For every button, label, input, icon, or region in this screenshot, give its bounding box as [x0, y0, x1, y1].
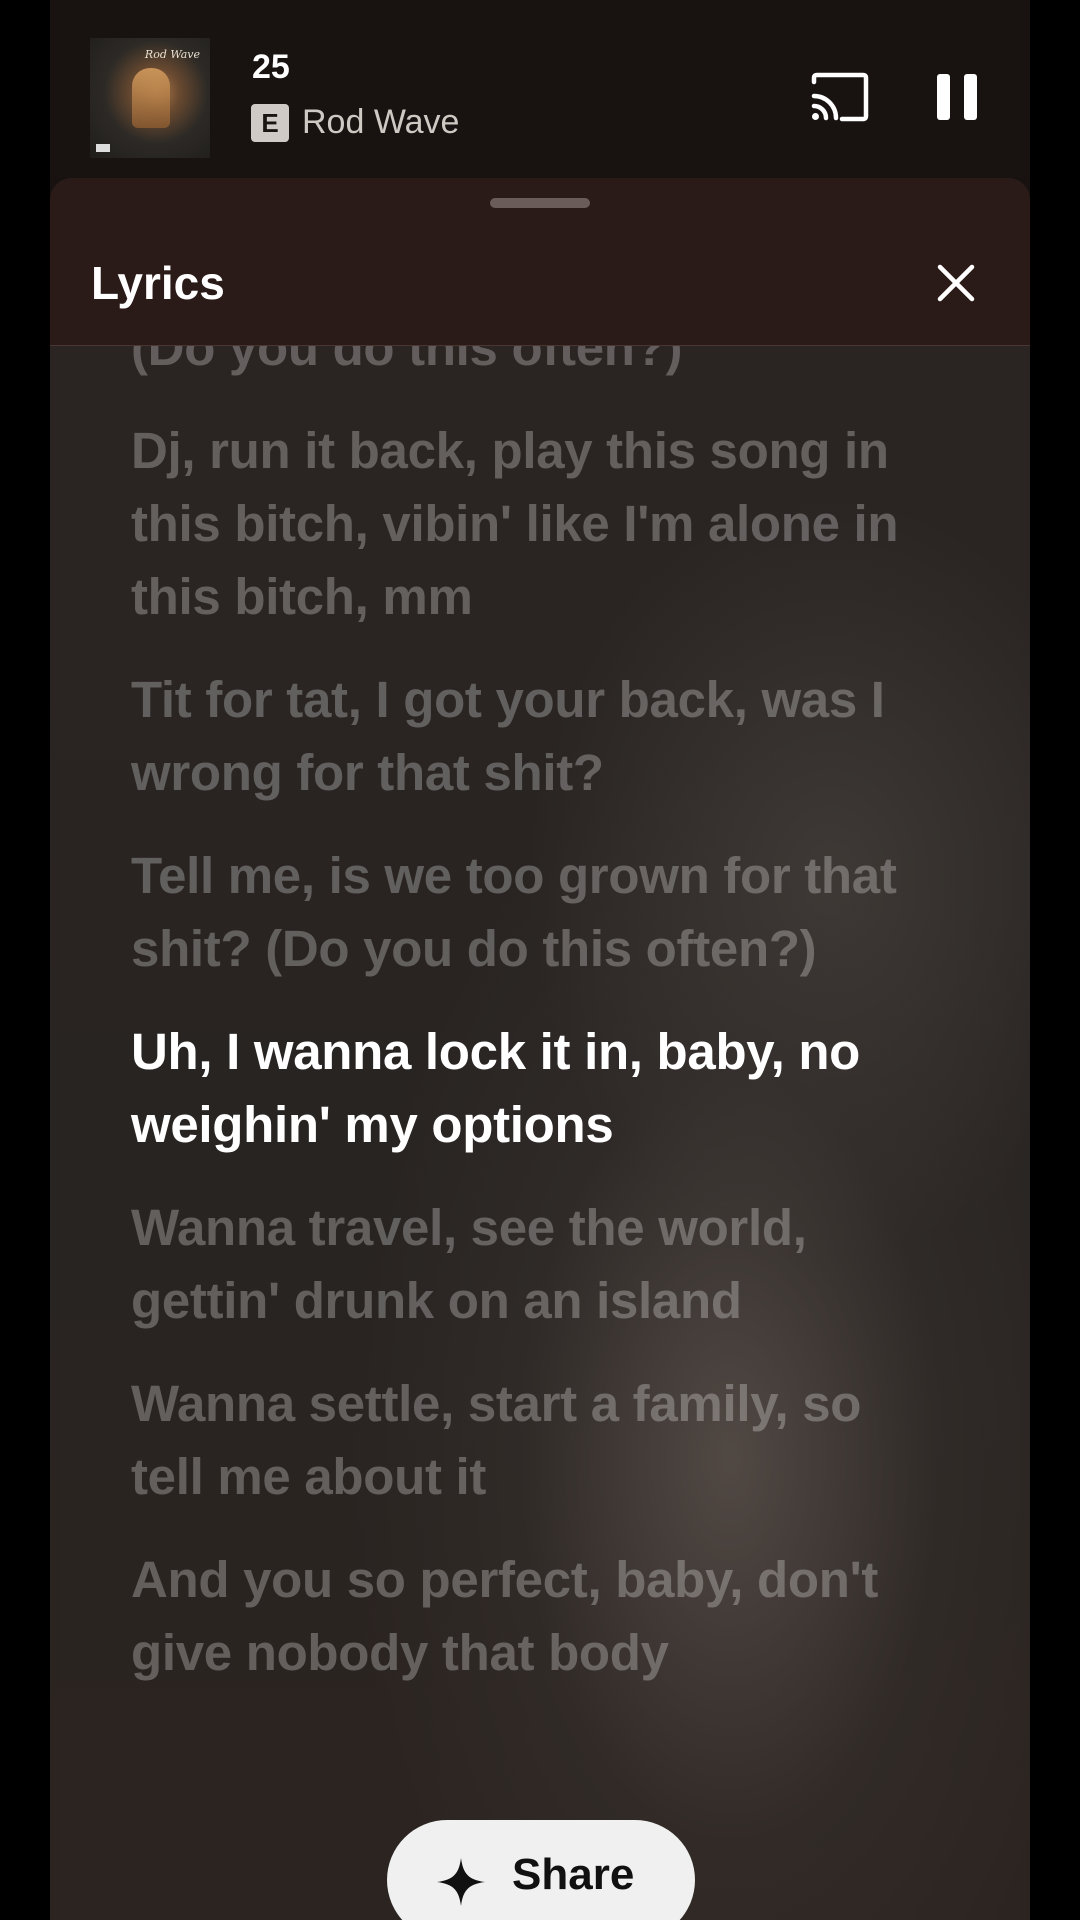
artist-name[interactable]: Rod Wave — [302, 103, 459, 142]
track-title: 25 — [252, 48, 290, 86]
parental-advisory-label — [96, 144, 110, 152]
album-art-signature: Rod Wave — [144, 48, 200, 61]
pause-button[interactable] — [935, 74, 979, 122]
close-button[interactable] — [935, 262, 977, 304]
lyric-line[interactable]: Tit for tat, I got your back, was I wron… — [131, 663, 911, 809]
lyrics-sheet[interactable]: Lyrics (Do you do this often?) Dj, run it… — [50, 178, 1030, 1920]
cast-button[interactable] — [810, 72, 870, 122]
lyric-line-active[interactable]: Uh, I wanna lock it in, baby, no weighin… — [131, 1015, 911, 1161]
now-playing-screen: Rod Wave 25 E Rod Wave Lyrics (Do you do… — [50, 0, 1030, 1920]
lyrics-title: Lyrics — [91, 257, 225, 309]
pause-icon-bar — [964, 74, 977, 120]
close-icon — [937, 264, 975, 302]
cast-icon — [811, 72, 869, 122]
lyric-line[interactable]: Dj, run it back, play this song in this … — [131, 414, 911, 633]
explicit-badge: E — [251, 104, 289, 142]
sparkle-icon — [437, 1858, 485, 1906]
drag-handle[interactable] — [490, 198, 590, 208]
share-button[interactable]: Share — [387, 1820, 695, 1920]
lyric-line[interactable]: Wanna settle, start a family, so tell me… — [131, 1367, 911, 1513]
album-art[interactable]: Rod Wave — [90, 38, 210, 158]
album-art-figure — [132, 68, 170, 128]
lyric-line[interactable]: Tell me, is we too grown for that shit? … — [131, 839, 911, 985]
mini-player[interactable]: Rod Wave 25 E Rod Wave — [50, 0, 1030, 178]
pause-icon — [937, 74, 950, 120]
lyric-line[interactable]: (Do you do this often?) — [131, 346, 911, 384]
lyrics-list: (Do you do this often?) Dj, run it back, … — [131, 346, 911, 1719]
lyrics-sheet-header: Lyrics — [50, 178, 1030, 346]
share-label: Share — [512, 1850, 635, 1899]
lyric-line[interactable]: And you so perfect, baby, don't give nob… — [131, 1543, 911, 1689]
lyric-line[interactable]: Wanna travel, see the world, gettin' dru… — [131, 1191, 911, 1337]
lyrics-scroll-area[interactable]: (Do you do this often?) Dj, run it back, … — [50, 346, 1030, 1920]
